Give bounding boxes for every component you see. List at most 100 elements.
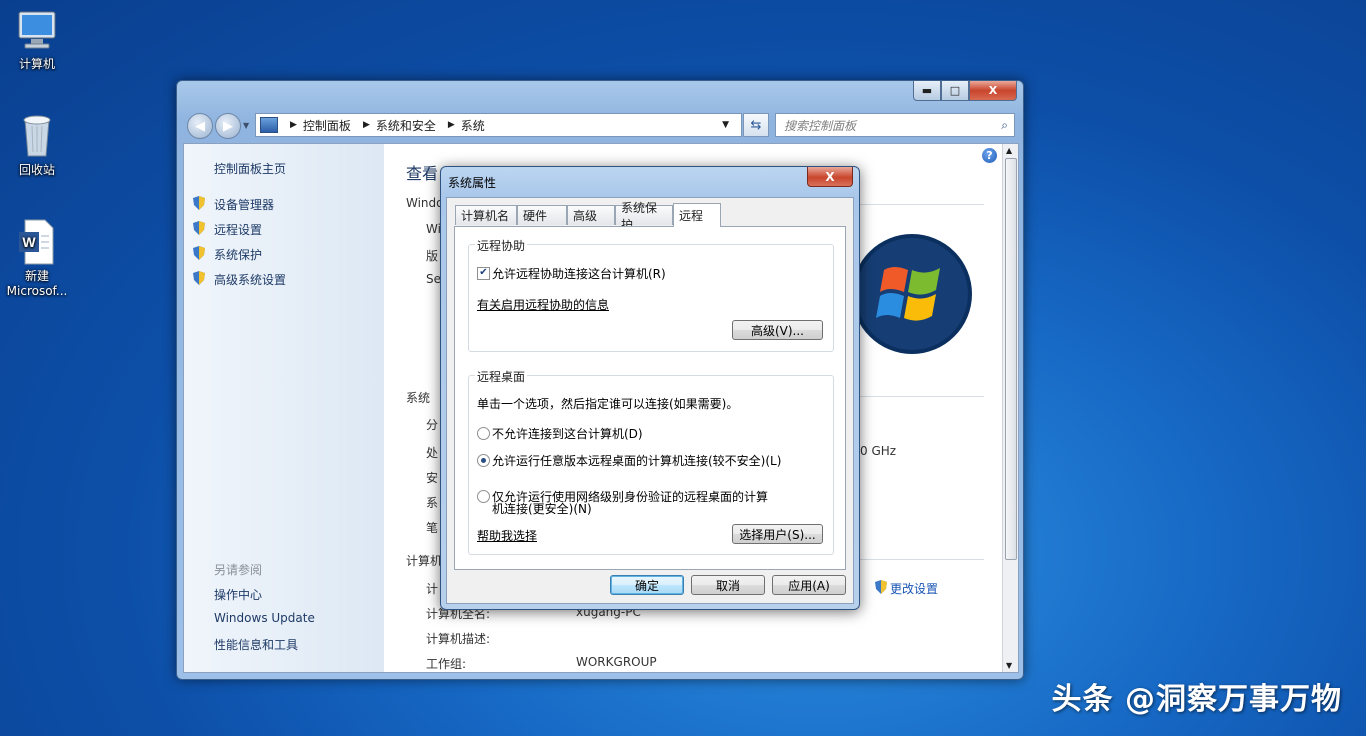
see-also-title: 另请参阅 <box>214 563 263 577</box>
scroll-down-icon[interactable]: ▼ <box>1006 661 1012 670</box>
uac-shield-icon <box>875 580 887 594</box>
control-panel-icon <box>260 117 278 133</box>
divider <box>854 559 984 560</box>
radio-nla-only[interactable] <box>477 490 490 503</box>
sidebar-home-link[interactable]: 控制面板主页 <box>214 160 286 177</box>
uac-shield-icon <box>193 246 205 260</box>
tab-hardware[interactable]: 硬件 <box>517 205 567 225</box>
chevron-right-icon: ▶ <box>362 120 370 130</box>
info-label: 笔 <box>426 521 439 535</box>
help-me-choose-link[interactable]: 帮助我选择 <box>477 527 537 544</box>
breadcrumb-item[interactable]: 系统和安全 <box>376 117 436 134</box>
radio-no-connections[interactable] <box>477 427 490 440</box>
tab-system-protection[interactable]: 系统保护 <box>615 201 673 232</box>
tab-computer-name[interactable]: 计算机名 <box>455 205 517 225</box>
desktop-icon-label: Microsof... <box>6 284 68 298</box>
dialog-body: 计算机名 硬件 高级 系统保护 远程 远程协助 ✔ 允许远程协助连接这台计算机(… <box>446 197 854 604</box>
select-users-button[interactable]: 选择用户(S)... <box>732 524 823 544</box>
sidebar-item-system-protection[interactable]: 系统保护 <box>214 246 262 263</box>
see-also-action-center[interactable]: 操作中心 <box>214 586 262 603</box>
caption-buttons: ▬ □ X <box>913 81 1017 101</box>
info-label: 处 <box>426 446 439 460</box>
see-also-windows-update[interactable]: Windows Update <box>214 611 315 625</box>
search-icon[interactable]: ⌕ <box>1001 118 1008 133</box>
back-button[interactable]: ◀ <box>187 113 213 139</box>
apply-button[interactable]: 应用(A) <box>772 575 846 595</box>
computer-row-label: 计 <box>426 582 439 596</box>
dialog-close-button[interactable]: X <box>807 167 853 187</box>
cpu-speed-value: 0 GHz <box>860 444 897 458</box>
desktop-icon-recycle-bin[interactable]: 回收站 <box>0 112 74 178</box>
section-system: 系统 <box>406 391 431 405</box>
vertical-scrollbar[interactable]: ▲ ▼ <box>1002 144 1018 672</box>
advanced-button[interactable]: 高级(V)... <box>732 320 823 340</box>
ok-button[interactable]: 确定 <box>610 575 684 595</box>
radio-allow-any-version[interactable] <box>477 454 490 467</box>
history-dropdown-icon[interactable]: ▼ <box>243 121 249 130</box>
group-title: 远程协助 <box>475 237 528 254</box>
workgroup-value: WORKGROUP <box>576 655 657 669</box>
desktop-icon-word-doc[interactable]: W 新建 Microsof... <box>0 218 74 299</box>
minimize-button[interactable]: ▬ <box>913 81 941 101</box>
radio-label[interactable]: 不允许连接到这台计算机(D) <box>492 425 643 442</box>
divider <box>854 204 984 205</box>
radio-label[interactable]: 允许运行任意版本远程桌面的计算机连接(较不安全)(L) <box>492 452 781 469</box>
dialog-title: 系统属性 <box>448 176 497 190</box>
sidebar-item-device-manager[interactable]: 设备管理器 <box>214 196 274 213</box>
uac-shield-icon <box>193 271 205 285</box>
windows-logo-icon <box>852 234 972 354</box>
back-arrow-icon: ◀ <box>195 118 205 134</box>
sidebar: 控制面板主页 设备管理器 远程设置 系统保护 高级系统设置 另请参阅 操作中心 … <box>184 144 384 672</box>
forward-button[interactable]: ▶ <box>215 113 241 139</box>
chevron-right-icon: ▶ <box>290 120 297 130</box>
forward-arrow-icon: ▶ <box>223 118 233 134</box>
chevron-right-icon: ▶ <box>447 120 455 130</box>
close-button[interactable]: X <box>969 81 1017 101</box>
see-also-performance-tools[interactable]: 性能信息和工具 <box>214 636 298 653</box>
sidebar-item-remote-settings[interactable]: 远程设置 <box>214 221 262 238</box>
word-document-icon: W <box>19 219 54 265</box>
remote-assistance-group: 远程协助 ✔ 允许远程协助连接这台计算机(R) 有关启用远程协助的信息 高级(V… <box>468 237 834 352</box>
info-label: 版 <box>426 249 439 263</box>
section-windows-edition: Windo <box>406 196 444 210</box>
checkbox-label[interactable]: 允许远程协助连接这台计算机(R) <box>492 265 666 282</box>
scroll-thumb[interactable] <box>1005 158 1017 560</box>
info-label: Wi <box>426 222 441 236</box>
sidebar-item-advanced-settings[interactable]: 高级系统设置 <box>214 271 286 288</box>
desktop-icon-label: 新建 <box>24 269 49 283</box>
system-properties-dialog: 系统属性 X 计算机名 硬件 高级 系统保护 远程 远程协助 ✔ 允许远程协助连… <box>440 166 860 610</box>
divider <box>854 396 984 397</box>
search-input[interactable]: 搜索控制面板 <box>784 117 856 134</box>
refresh-icon: ⇆ <box>750 117 762 133</box>
computer-row-label: 计算机描述: <box>426 632 491 646</box>
uac-shield-icon <box>193 196 205 210</box>
desktop-icon-computer[interactable]: 计算机 <box>0 8 74 72</box>
tab-advanced[interactable]: 高级 <box>567 205 615 225</box>
search-box[interactable]: 搜索控制面板 ⌕ <box>775 113 1015 137</box>
info-label: 分 <box>426 418 439 432</box>
group-title: 远程桌面 <box>475 368 528 385</box>
refresh-button[interactable]: ⇆ <box>743 113 769 137</box>
svg-text:W: W <box>22 234 36 250</box>
help-icon[interactable]: ? <box>982 148 997 163</box>
page-title: 查看 <box>406 164 439 183</box>
radio-label[interactable]: 机连接(更安全)(N) <box>492 500 592 517</box>
change-settings-link[interactable]: 更改设置 <box>890 580 938 597</box>
computer-row-label: 工作组: <box>426 657 467 671</box>
cancel-button[interactable]: 取消 <box>691 575 765 595</box>
info-label: 系 <box>426 496 439 510</box>
info-label: Se <box>426 272 441 286</box>
breadcrumb-item[interactable]: 系统 <box>461 117 485 134</box>
allow-remote-assistance-checkbox[interactable]: ✔ <box>477 267 490 280</box>
tab-remote[interactable]: 远程 <box>673 203 721 227</box>
breadcrumb-item[interactable]: 控制面板 <box>303 117 351 134</box>
maximize-button[interactable]: □ <box>941 81 969 101</box>
scroll-up-icon[interactable]: ▲ <box>1006 146 1012 155</box>
recycle-bin-icon <box>23 115 51 157</box>
remote-assistance-info-link[interactable]: 有关启用远程协助的信息 <box>477 296 609 313</box>
address-bar[interactable]: ▶ 控制面板 ▶ 系统和安全 ▶ 系统 ▼ <box>255 113 742 137</box>
address-dropdown-icon[interactable]: ▼ <box>722 120 729 130</box>
uac-shield-icon <box>193 221 205 235</box>
desktop-icon-label: 回收站 <box>18 163 55 177</box>
remote-tab-panel: 远程协助 ✔ 允许远程协助连接这台计算机(R) 有关启用远程协助的信息 高级(V… <box>454 226 846 570</box>
